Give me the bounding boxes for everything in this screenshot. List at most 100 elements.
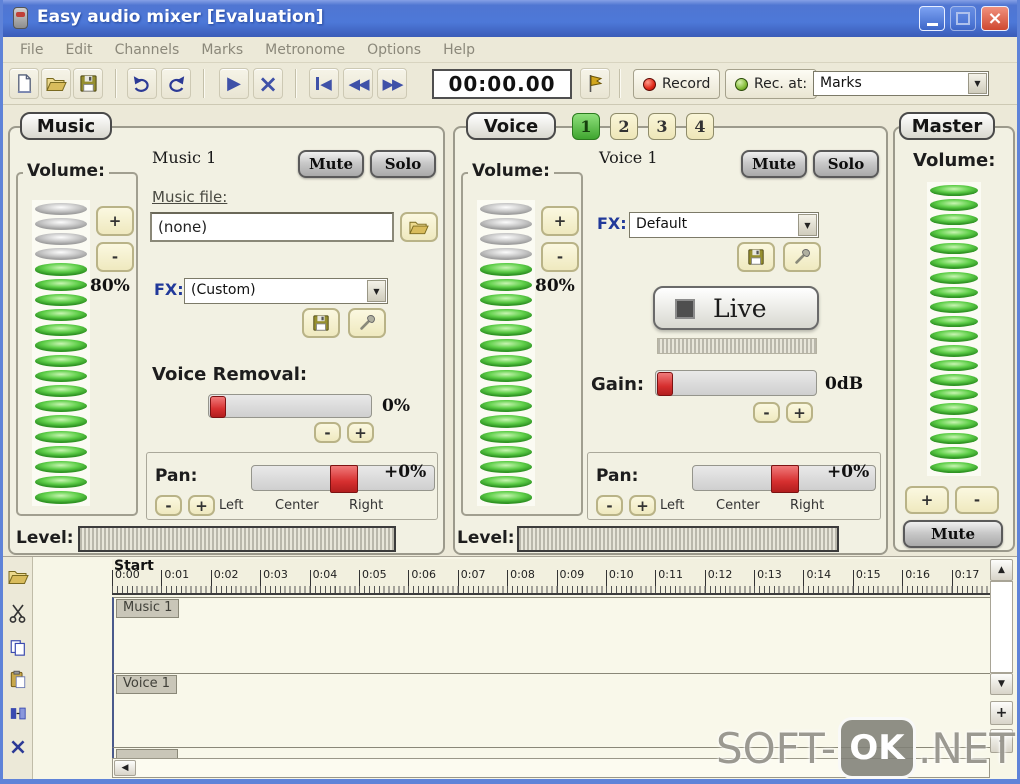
scroll-up-button[interactable]: ▲ <box>990 559 1013 581</box>
voice-panel-tab[interactable]: Voice <box>466 112 556 140</box>
voice-fx-edit-button[interactable] <box>783 242 821 272</box>
maximize-button[interactable] <box>950 6 976 31</box>
timeline-split-button[interactable] <box>5 699 31 727</box>
led <box>35 476 87 489</box>
dropdown-arrow-icon[interactable]: ▼ <box>798 214 817 236</box>
master-volume-down-button[interactable]: - <box>955 486 999 514</box>
master-volume-up-button[interactable]: + <box>905 486 949 514</box>
music-voice-removal-thumb[interactable] <box>210 396 226 418</box>
voice-pan-right-button[interactable]: + <box>629 495 656 516</box>
dropdown-arrow-icon[interactable]: ▼ <box>968 73 987 94</box>
voice-volume-meter[interactable] <box>477 200 535 506</box>
scroll-left-button[interactable]: ◀ <box>114 760 136 776</box>
play-button[interactable]: ▶ <box>219 68 249 99</box>
voice-channel-tab-2[interactable]: 2 <box>610 113 638 140</box>
music-pan-left-button[interactable]: - <box>155 495 182 516</box>
record-button[interactable]: Record <box>633 69 721 99</box>
voice-gain-thumb[interactable] <box>657 372 673 396</box>
music-fx-select[interactable]: (Custom) ▼ <box>184 278 388 304</box>
led <box>930 228 978 240</box>
voice-volume-up-button[interactable]: + <box>541 206 579 236</box>
timeline-copy-button[interactable] <box>5 633 31 661</box>
voice-channel-tab-1[interactable]: 1 <box>572 113 600 140</box>
music-volume-up-button[interactable]: + <box>96 206 134 236</box>
zoom-out-button[interactable]: - <box>990 729 1013 753</box>
track-row-partial[interactable] <box>112 747 990 758</box>
ruler-tick: 0:11 <box>655 559 705 593</box>
scroll-down-button[interactable]: ▼ <box>990 673 1013 695</box>
voice-fx-select[interactable]: Default ▼ <box>629 212 819 238</box>
music-volume-group: Volume: + - 80% <box>16 161 138 516</box>
horizontal-scrollbar[interactable]: ◀ <box>112 758 990 778</box>
menu-item-channels[interactable]: Channels <box>104 39 191 61</box>
led <box>480 278 532 291</box>
music-pan-thumb[interactable] <box>330 465 358 493</box>
menu-item-help[interactable]: Help <box>432 39 486 61</box>
redo-button[interactable] <box>161 68 191 99</box>
led <box>480 324 532 337</box>
stop-button[interactable]: × <box>253 68 283 99</box>
music-pan-right-button[interactable]: + <box>188 495 215 516</box>
track-row-voice[interactable]: Voice 1 <box>112 673 990 747</box>
timeline-toolbar: × <box>3 557 33 779</box>
close-button[interactable]: × <box>981 6 1009 31</box>
voice-gain-plus-button[interactable]: + <box>786 402 813 423</box>
voice-gain-slider[interactable] <box>655 370 817 396</box>
scrollbar-track[interactable] <box>990 581 1013 673</box>
voice-volume-label: Volume: <box>468 161 554 181</box>
music-mute-button[interactable]: Mute <box>298 150 364 178</box>
menu-item-file[interactable]: File <box>9 39 54 61</box>
voice-fx-value: Default <box>636 216 688 232</box>
zoom-in-button[interactable]: + <box>990 701 1013 725</box>
voice-gain-minus-button[interactable]: - <box>753 402 780 423</box>
master-volume-meter[interactable] <box>927 182 981 476</box>
voice-channel-tab-3[interactable]: 3 <box>648 113 676 140</box>
stop-icon: × <box>257 69 279 98</box>
voice-fx-save-button[interactable] <box>737 242 775 272</box>
dropdown-arrow-icon[interactable]: ▼ <box>367 280 386 302</box>
record-at-button[interactable]: Rec. at: <box>725 69 818 99</box>
menu-item-options[interactable]: Options <box>356 39 432 61</box>
timeline-delete-button[interactable]: × <box>5 733 31 761</box>
rewind-button[interactable]: ◀◀ <box>343 68 373 99</box>
voice-mute-button[interactable]: Mute <box>741 150 807 178</box>
music-voice-removal-minus-button[interactable]: - <box>314 422 341 443</box>
track-row-music[interactable]: Music 1 <box>112 597 990 673</box>
music-voice-removal-slider[interactable] <box>208 394 372 418</box>
music-volume-down-button[interactable]: - <box>96 242 134 272</box>
undo-button[interactable] <box>127 68 157 99</box>
menu-item-edit[interactable]: Edit <box>54 39 103 61</box>
voice-channel-tab-4[interactable]: 4 <box>686 113 714 140</box>
music-browse-button[interactable] <box>400 212 438 242</box>
master-mute-button[interactable]: Mute <box>903 520 1003 548</box>
timeline-paste-button[interactable] <box>5 665 31 693</box>
minimize-button[interactable] <box>919 6 945 31</box>
skip-to-start-button[interactable]: ◀ <box>309 68 339 99</box>
forward-button[interactable]: ▶▶ <box>377 68 407 99</box>
open-file-button[interactable] <box>41 68 71 99</box>
music-panel-tab[interactable]: Music <box>20 112 112 140</box>
flag-marker-button[interactable] <box>580 68 610 99</box>
menu-item-metronome[interactable]: Metronome <box>254 39 356 61</box>
voice-live-button[interactable]: Live <box>653 286 819 330</box>
music-file-input[interactable] <box>150 212 394 242</box>
menu-item-marks[interactable]: Marks <box>190 39 254 61</box>
voice-pan-left-button[interactable]: - <box>596 495 623 516</box>
led <box>480 491 532 504</box>
timeline-cut-button[interactable] <box>5 599 31 627</box>
music-solo-button[interactable]: Solo <box>370 150 436 178</box>
timeline-open-button[interactable] <box>5 563 31 591</box>
voice-pan-thumb[interactable] <box>771 465 799 493</box>
mixer-area: Music Voice 1 2 3 4 Master Volume: + - 8… <box>3 105 1017 556</box>
music-fx-save-button[interactable] <box>302 308 340 338</box>
music-volume-meter[interactable] <box>32 200 90 506</box>
new-file-button[interactable] <box>9 68 39 99</box>
music-voice-removal-plus-button[interactable]: + <box>347 422 374 443</box>
voice-volume-down-button[interactable]: - <box>541 242 579 272</box>
marks-select[interactable]: Marks ▼ <box>813 71 989 96</box>
music-fx-edit-button[interactable] <box>348 308 386 338</box>
voice-solo-button[interactable]: Solo <box>813 150 879 178</box>
save-button[interactable] <box>73 68 103 99</box>
timeline-ruler[interactable]: 0:00 0:01 0:02 0:03 0:04 0:05 0:06 0:07 0:08 0:09… <box>112 559 990 595</box>
vertical-scrollbar[interactable]: ▲ ▼ + - <box>990 559 1014 779</box>
